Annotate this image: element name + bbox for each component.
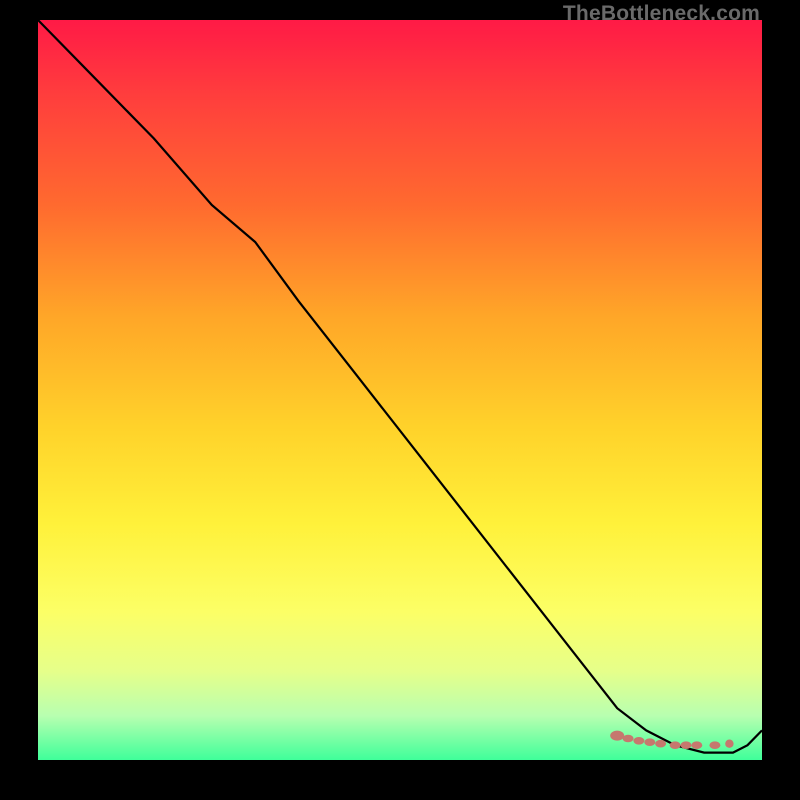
marker-dot: [725, 740, 733, 748]
marker-blob: [709, 741, 720, 749]
bottleneck-curve-path: [38, 20, 762, 753]
plot-area: [38, 20, 762, 760]
marker-blob: [610, 731, 624, 741]
watermark-text: TheBottleneck.com: [563, 2, 760, 26]
marker-blob: [623, 735, 634, 743]
marker-blob: [633, 737, 644, 745]
marker-blob: [644, 738, 655, 746]
marker-blob: [681, 741, 692, 749]
chart-svg: [38, 20, 762, 760]
marker-blob: [655, 740, 666, 748]
chart-frame: TheBottleneck.com: [0, 0, 800, 800]
selected-range-markers: [610, 731, 733, 749]
marker-blob: [691, 741, 702, 749]
marker-blob: [670, 741, 681, 749]
